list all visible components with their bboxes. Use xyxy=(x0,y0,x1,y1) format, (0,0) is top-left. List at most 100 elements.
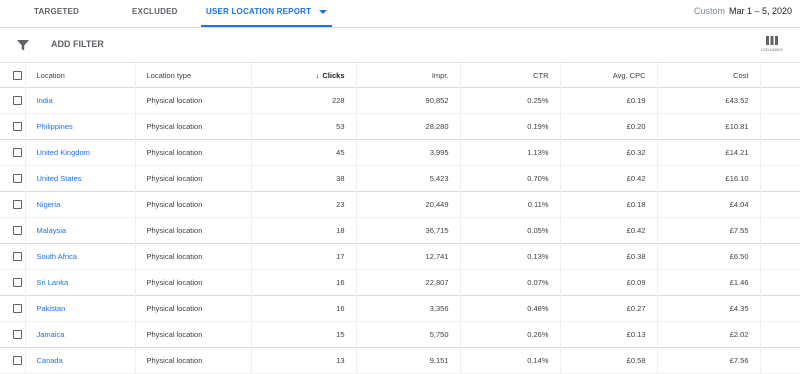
table-row: Jamaica Physical location 15 5,750 0.26% £0.1… xyxy=(0,321,800,348)
clicks-cell: 228 xyxy=(250,87,356,114)
row-checkbox[interactable] xyxy=(13,200,22,210)
row-select-cell xyxy=(0,322,25,348)
column-header-clicks[interactable]: ↓ Clicks xyxy=(250,62,356,88)
date-range-value: Mar 1 – 5, 2020 xyxy=(728,6,792,16)
caret-down-icon xyxy=(319,9,328,14)
column-header-location-type[interactable]: Location type xyxy=(134,62,251,88)
location-cell: Philippines xyxy=(24,113,135,140)
ctr-cell: 0.48% xyxy=(459,295,560,322)
table-row: India Physical location 228 90,852 0.25% £0.1… xyxy=(0,87,800,114)
avg-cpc-cell: £0.32 xyxy=(559,139,657,166)
report-tabs: TARGETED EXCLUDED USER LOCATION REPORT C… xyxy=(0,0,800,28)
ctr-cell: 0.11% xyxy=(459,191,560,218)
row-checkbox[interactable] xyxy=(13,356,22,366)
location-link[interactable]: United Kingdom xyxy=(37,148,90,157)
impr-cell: 5,423 xyxy=(355,165,460,192)
location-type-cell: Physical location xyxy=(134,87,251,114)
add-filter-button[interactable]: ADD FILTER xyxy=(51,39,104,49)
cost-cell: £14.21 xyxy=(656,139,760,166)
impr-cell: 22,807 xyxy=(355,269,460,296)
cost-cell: £16.10 xyxy=(656,165,760,192)
impr-cell: 9,151 xyxy=(355,347,460,374)
columns-button[interactable]: COLUMNS xyxy=(758,36,786,52)
location-link[interactable]: South Africa xyxy=(37,252,77,261)
ctr-cell: 0.07% xyxy=(459,269,560,296)
row-spacer-cell xyxy=(759,87,800,114)
location-link[interactable]: Pakistan xyxy=(37,304,66,313)
impr-cell: 28,280 xyxy=(355,113,460,140)
row-select-cell xyxy=(0,166,25,192)
impr-cell: 5,750 xyxy=(355,321,460,348)
location-cell: Malaysia xyxy=(24,217,135,244)
location-link[interactable]: India xyxy=(37,96,53,105)
column-header-ctr[interactable]: CTR xyxy=(459,62,560,88)
row-spacer-cell xyxy=(759,321,800,348)
location-cell: United Kingdom xyxy=(24,139,135,166)
select-all-checkbox[interactable] xyxy=(13,70,22,80)
location-type-cell: Physical location xyxy=(134,165,251,192)
location-link[interactable]: Sri Lanka xyxy=(37,278,69,287)
row-checkbox[interactable] xyxy=(13,96,22,106)
location-link[interactable]: Canada xyxy=(37,356,63,365)
cost-cell: £10.81 xyxy=(656,113,760,140)
row-spacer-cell xyxy=(759,243,800,270)
ctr-cell: 0.26% xyxy=(459,321,560,348)
clicks-cell: 18 xyxy=(250,217,356,244)
table-row: Canada Physical location 13 9,151 0.14% £0.58… xyxy=(0,347,800,374)
tab-excluded[interactable]: EXCLUDED xyxy=(132,0,178,27)
row-checkbox[interactable] xyxy=(13,174,22,184)
columns-label: COLUMNS xyxy=(760,47,784,52)
row-checkbox[interactable] xyxy=(13,148,22,158)
clicks-cell: 15 xyxy=(250,321,356,348)
row-checkbox[interactable] xyxy=(13,278,22,288)
location-type-cell: Physical location xyxy=(134,191,251,218)
ctr-cell: 0.70% xyxy=(459,165,560,192)
avg-cpc-cell: £0.42 xyxy=(559,165,657,192)
select-all-cell xyxy=(0,63,25,88)
location-table: Location Location type ↓ Clicks Impr. CTR… xyxy=(0,62,800,374)
toolbar: ADD FILTER COLUMNS xyxy=(0,28,800,62)
column-header-avg-cpc[interactable]: Avg. CPC xyxy=(559,62,657,88)
column-header-impr[interactable]: Impr. xyxy=(355,62,460,88)
ctr-cell: 0.13% xyxy=(459,243,560,270)
table-row: Philippines Physical location 53 28,280 0.19… xyxy=(0,113,800,140)
row-spacer-cell xyxy=(759,269,800,296)
row-spacer-cell xyxy=(759,139,800,166)
location-cell: Jamaica xyxy=(24,321,135,348)
row-checkbox[interactable] xyxy=(13,122,22,132)
row-select-cell xyxy=(0,140,25,166)
row-spacer-cell xyxy=(759,191,800,218)
location-cell: United States xyxy=(24,165,135,192)
location-link[interactable]: Malaysia xyxy=(37,226,67,235)
row-spacer-cell xyxy=(759,165,800,192)
columns-icon xyxy=(766,36,778,45)
row-select-cell xyxy=(0,244,25,270)
filter-icon[interactable] xyxy=(16,38,30,52)
sort-descending-icon: ↓ xyxy=(315,70,320,80)
avg-cpc-cell: £0.58 xyxy=(559,347,657,374)
location-type-cell: Physical location xyxy=(134,347,251,374)
location-link[interactable]: United States xyxy=(37,174,82,183)
column-header-spacer xyxy=(759,62,800,88)
row-checkbox[interactable] xyxy=(13,226,22,236)
location-cell: South Africa xyxy=(24,243,135,270)
location-link[interactable]: Nigeria xyxy=(37,200,61,209)
impr-cell: 3,995 xyxy=(355,139,460,166)
avg-cpc-cell: £0.19 xyxy=(559,87,657,114)
location-type-cell: Physical location xyxy=(134,321,251,348)
cost-cell: £43.52 xyxy=(656,87,760,114)
date-range-selector[interactable]: Custom Mar 1 – 5, 2020 xyxy=(694,6,792,16)
impr-cell: 3,356 xyxy=(355,295,460,322)
row-checkbox[interactable] xyxy=(13,304,22,314)
location-link[interactable]: Philippines xyxy=(37,122,73,131)
row-checkbox[interactable] xyxy=(13,330,22,340)
tab-user-location-report[interactable]: USER LOCATION REPORT xyxy=(201,0,333,27)
clicks-cell: 13 xyxy=(250,347,356,374)
tab-targeted[interactable]: TARGETED xyxy=(34,0,79,27)
location-link[interactable]: Jamaica xyxy=(37,330,65,339)
column-header-location[interactable]: Location xyxy=(24,62,135,88)
table-row: United States Physical location 38 5,423 0.7… xyxy=(0,165,800,192)
column-header-cost[interactable]: Cost xyxy=(656,62,760,88)
row-checkbox[interactable] xyxy=(13,252,22,262)
avg-cpc-cell: £0.20 xyxy=(559,113,657,140)
